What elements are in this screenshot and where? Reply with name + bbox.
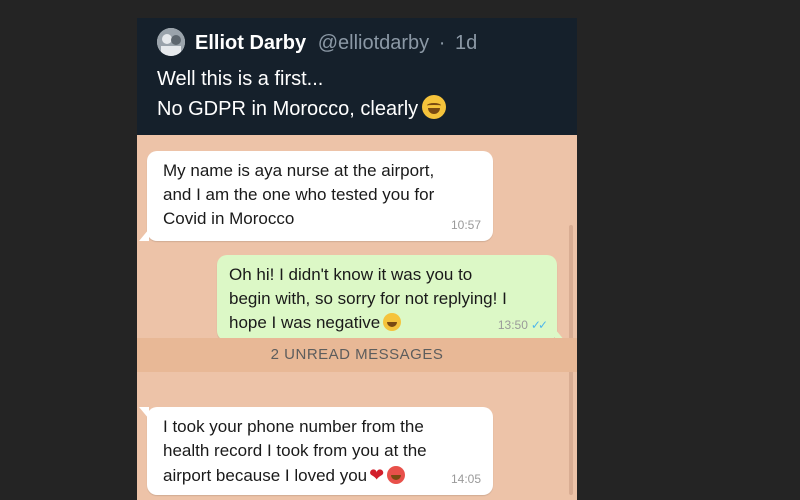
author-row: Elliot Darby @elliotdarby · 1d [195, 30, 477, 56]
message-line: Covid in Morocco [163, 209, 295, 228]
bubble-tail [139, 407, 149, 419]
tweet-age: 1d [454, 32, 478, 54]
unread-messages-banner: 2 UNREAD MESSAGES [137, 338, 577, 372]
message-time: 14:05 [450, 472, 481, 486]
message-meta: 13:50 ✓✓ [497, 313, 548, 337]
message-bubble-incoming[interactable]: My name is aya nurse at the airport, and… [139, 151, 493, 241]
author-handle[interactable]: @elliotdarby [318, 32, 429, 54]
screenshot-card: Elliot Darby @elliotdarby · 1d Well this… [137, 18, 577, 500]
read-receipt-icon: ✓✓ [530, 318, 548, 332]
message-line: airport because I loved you ❤ [163, 463, 483, 488]
chat-screenshot: My name is aya nurse at the airport, and… [137, 135, 577, 500]
tweet-text: Well this is a first... No GDPR in Moroc… [157, 64, 567, 124]
message-line: My name is aya nurse at the airport, [163, 161, 435, 180]
rolling-on-floor-laughing-icon [422, 95, 447, 119]
meta-separator: · [438, 32, 446, 54]
message-line: I took your phone number from the [163, 417, 424, 436]
message-time: 10:57 [450, 218, 481, 232]
message-text: hope I was negative [229, 313, 381, 332]
tweet-header: Elliot Darby @elliotdarby · 1d Well this… [137, 18, 577, 135]
message-line: begin with, so sorry for not replying! I [229, 289, 507, 308]
angry-face-icon [387, 466, 406, 484]
message-bubble-incoming[interactable]: I took your phone number from the health… [139, 407, 493, 495]
bubble-tail [139, 229, 149, 241]
face-with-tears-of-joy-icon [383, 313, 402, 331]
tweet-text-line: No GDPR in Morocco, clearly [157, 94, 567, 124]
message-bubble-outgoing[interactable]: Oh hi! I didn't know it was you to begin… [217, 255, 565, 341]
message-text: airport because I loved you [163, 466, 368, 485]
message-line: health record I took from you at the [163, 441, 427, 460]
message-line: Oh hi! I didn't know it was you to [229, 265, 473, 284]
avatar[interactable] [157, 28, 185, 56]
message-line: and I am the one who tested you for [163, 185, 435, 204]
tweet-text-span: No GDPR in Morocco, clearly [157, 98, 419, 120]
author-name[interactable]: Elliot Darby [195, 32, 306, 54]
message-time: 13:50 [497, 318, 528, 332]
red-heart-icon: ❤ [369, 465, 385, 485]
tweet-text-line: Well this is a first... [157, 68, 324, 90]
avatar-icon [157, 28, 185, 56]
